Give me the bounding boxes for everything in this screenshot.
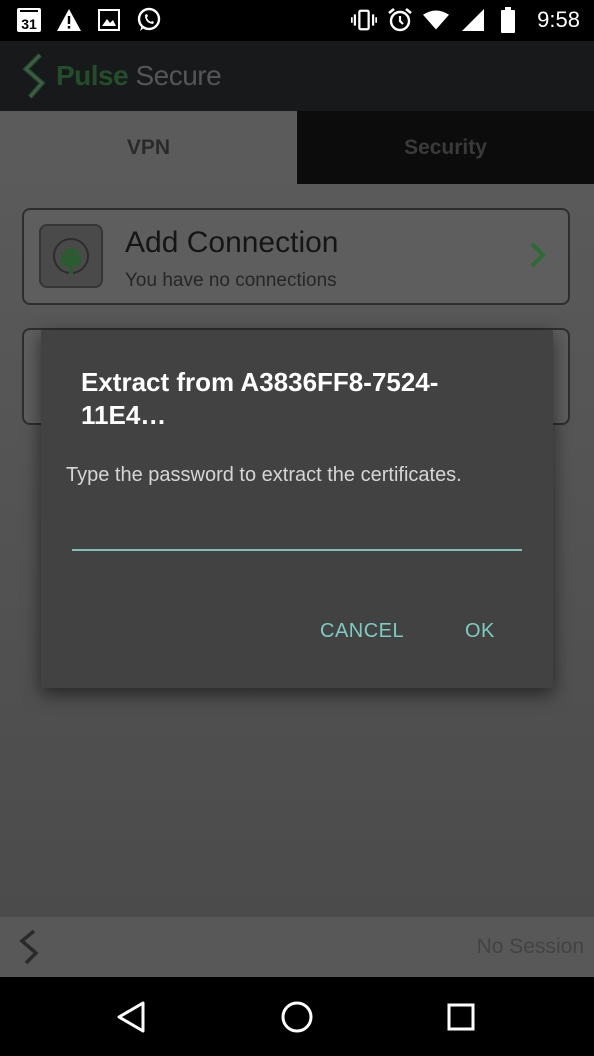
pulse-logo-icon (22, 53, 46, 99)
battery-icon (495, 6, 521, 34)
dialog-message: Type the password to extract the certifi… (66, 464, 462, 486)
ok-button[interactable]: OK (465, 620, 495, 643)
add-connection-card[interactable]: Add Connection You have no connections (22, 208, 570, 305)
home-icon[interactable] (277, 997, 317, 1037)
password-input[interactable] (72, 515, 522, 551)
session-status: No Session (476, 935, 584, 958)
calendar-day: 31 (17, 8, 41, 32)
android-icon (39, 224, 103, 288)
card-title: Add Connection (125, 226, 339, 259)
app-header: Pulse Secure (0, 41, 594, 111)
navigation-bar (0, 977, 594, 1056)
chevron-right-icon (528, 240, 548, 275)
tab-vpn[interactable]: VPN (0, 111, 297, 184)
pulse-small-icon (16, 929, 42, 970)
pulse-secure-logo: Pulse Secure (20, 53, 222, 99)
alarm-icon (387, 6, 413, 34)
tab-security[interactable]: Security (297, 111, 594, 184)
session-footer: No Session (0, 917, 594, 977)
cancel-button[interactable]: CANCEL (320, 620, 404, 643)
extract-certificate-dialog: Extract from A3836FF8-7524-11E4… Type th… (41, 330, 553, 688)
status-bar: 31 9:58 (0, 0, 594, 41)
dialog-title: Extract from A3836FF8-7524-11E4… (81, 367, 439, 430)
signal-icon (459, 6, 485, 34)
wifi-icon (423, 6, 450, 34)
vibrate-icon (351, 6, 378, 34)
brand-pulse: Pulse (56, 60, 129, 91)
clock: 9:58 (537, 7, 580, 32)
whatsapp-icon (136, 6, 162, 34)
recents-icon[interactable] (441, 997, 481, 1037)
brand-secure: Secure (135, 60, 222, 91)
back-icon[interactable] (111, 997, 151, 1037)
warning-icon (56, 6, 82, 34)
calendar-icon: 31 (16, 6, 42, 34)
image-icon (96, 6, 122, 34)
card-subtitle: You have no connections (125, 270, 337, 291)
tab-bar: VPN Security (0, 111, 594, 184)
